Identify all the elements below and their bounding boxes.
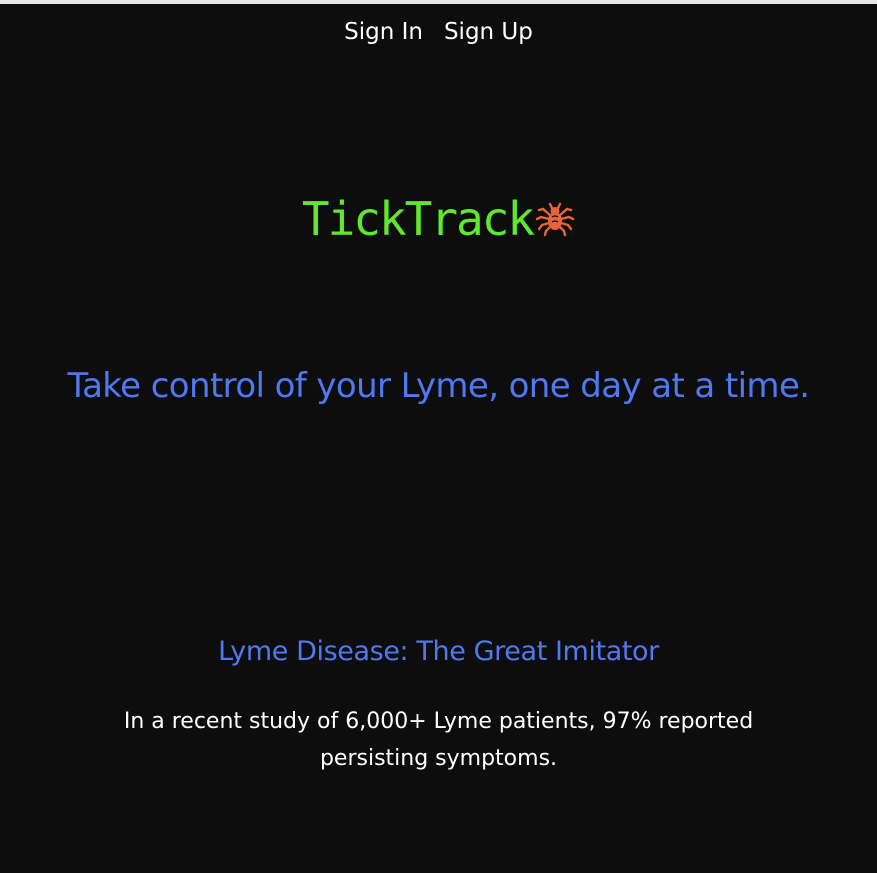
- info-title: Lyme Disease: The Great Imitator: [218, 636, 659, 667]
- top-nav: Sign In Sign Up: [0, 14, 877, 50]
- hero-tagline: Take control of your Lyme, one day at a …: [67, 366, 811, 406]
- brand-name: TickTrack: [301, 192, 535, 246]
- tick-icon: [535, 202, 575, 237]
- top-border: [0, 0, 877, 4]
- sign-in-link[interactable]: Sign In: [344, 14, 423, 50]
- sign-up-link[interactable]: Sign Up: [444, 14, 533, 50]
- info-body: In a recent study of 6,000+ Lyme patient…: [123, 709, 754, 771]
- logo: TickTrack: [0, 192, 877, 246]
